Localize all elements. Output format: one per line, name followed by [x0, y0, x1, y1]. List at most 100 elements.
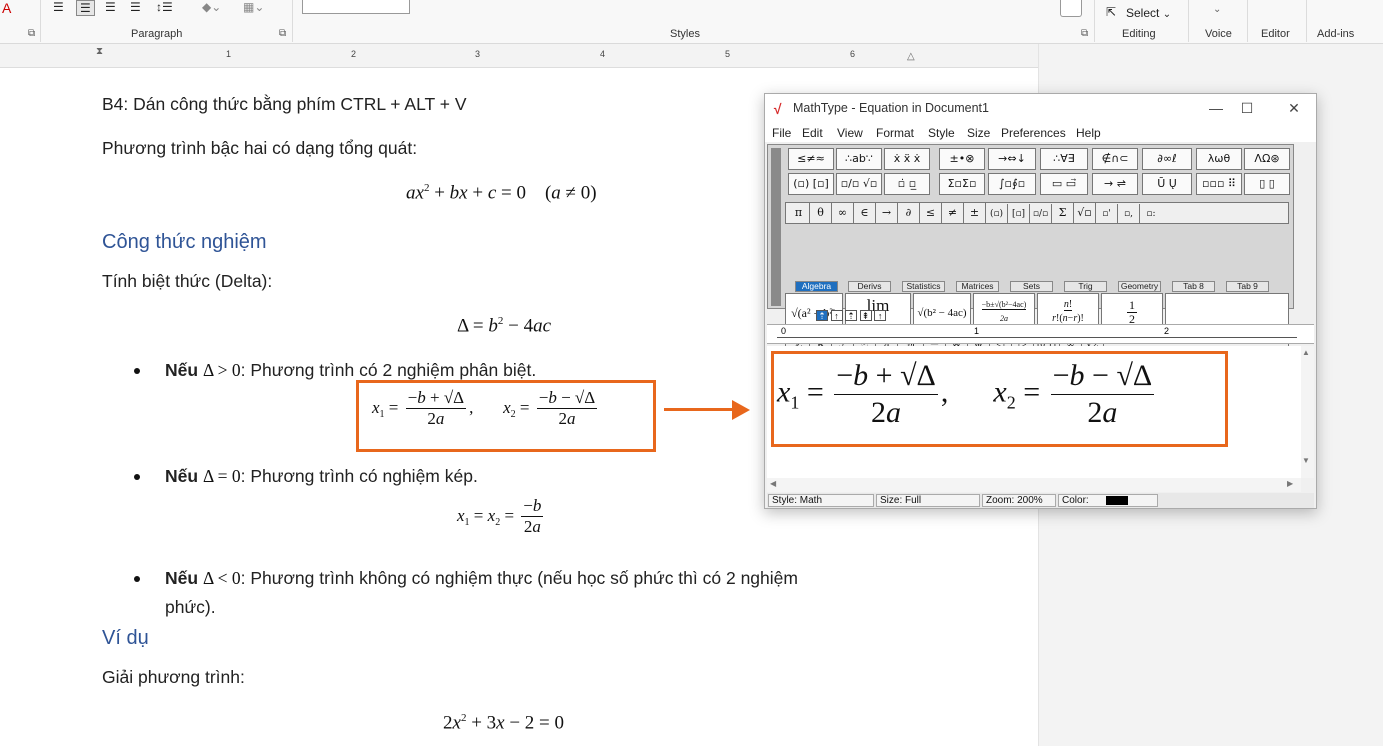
logic-palette-icon[interactable]: ∴∀∃	[1040, 148, 1088, 170]
element-of-icon[interactable]: ∈	[854, 203, 876, 223]
relations-palette-icon[interactable]: ≤≠≈	[788, 148, 834, 170]
close-icon[interactable]: ✕	[1279, 98, 1309, 118]
calculus-palette-icon[interactable]: ∂∞ℓ	[1142, 148, 1192, 170]
tab-trig[interactable]: Trig	[1064, 281, 1107, 292]
tab-algebra[interactable]: Algebra	[795, 281, 838, 292]
menu-view[interactable]: View	[837, 126, 863, 140]
mathtype-ruler[interactable]: 0 1 2	[767, 324, 1314, 344]
align-center-icon[interactable]: ☰	[76, 0, 95, 16]
superscript-template-icon[interactable]: ▫'	[1096, 204, 1118, 223]
fractions-palette-icon[interactable]: ▫/▫ √▫	[836, 173, 882, 195]
minimize-icon[interactable]: —	[1201, 98, 1231, 118]
scroll-down-icon[interactable]: ▼	[1302, 456, 1310, 465]
align-right-icon[interactable]: ☰	[105, 0, 116, 14]
align-up-icon[interactable]: ↑	[830, 310, 843, 321]
plus-minus-icon[interactable]: ±	[964, 203, 986, 223]
horizontal-ruler[interactable]: ⧗ 1 2 3 4 5 6 △	[0, 44, 1040, 68]
arrows-palette-icon[interactable]: →⇔↓	[988, 148, 1036, 170]
justify-icon[interactable]: ☰	[130, 0, 141, 14]
sets-palette-icon[interactable]: ∉∩⊂	[1092, 148, 1138, 170]
tab-statistics[interactable]: Statistics	[902, 281, 945, 292]
right-arrow-icon[interactable]: →	[876, 203, 898, 223]
font-color-icon[interactable]: A	[2, 0, 11, 16]
menu-file[interactable]: File	[772, 126, 791, 140]
indent-marker-icon[interactable]: ⧗	[96, 46, 103, 57]
toolbar-grip[interactable]	[771, 148, 781, 306]
align-left-icon[interactable]: ☰	[53, 0, 64, 14]
bullet-icon	[134, 368, 140, 374]
menu-preferences[interactable]: Preferences	[1001, 126, 1066, 140]
infinity-icon[interactable]: ∞	[832, 203, 854, 223]
spaces-palette-icon[interactable]: ∴ab∵	[836, 148, 882, 170]
sum-template-icon[interactable]: Σ	[1052, 203, 1074, 223]
subsup-template-icon[interactable]: ▫:	[1140, 204, 1162, 223]
paragraph-dialog-launcher-icon[interactable]: ⧉	[279, 28, 286, 39]
ruler-number: 1	[974, 326, 980, 336]
step4-text: B4: Dán công thức bằng phím CTRL + ALT +…	[102, 94, 467, 114]
embellishments-palette-icon[interactable]: ẋ ẍ ẋ	[884, 148, 930, 170]
sqrt-template-icon[interactable]: √▫	[1074, 203, 1096, 223]
scroll-left-icon[interactable]: ◀	[770, 479, 776, 488]
alignment-buttons: ⇡ ↑ ⇡ ⇞ ↑	[816, 310, 887, 322]
borders-icon[interactable]: ▦⌄	[243, 0, 264, 14]
theta-icon[interactable]: θ	[810, 203, 832, 223]
tab-sets[interactable]: Sets	[1010, 281, 1053, 292]
right-indent-marker-icon[interactable]: △	[907, 51, 915, 62]
scroll-right-icon[interactable]: ▶	[1287, 479, 1293, 488]
menu-size[interactable]: Size	[967, 126, 990, 140]
tab-9[interactable]: Tab 9	[1226, 281, 1269, 292]
styles-scroll-button[interactable]	[1060, 0, 1082, 17]
fences-palette-icon[interactable]: (▫) [▫]	[788, 173, 834, 195]
align-top-icon[interactable]: ⇡	[816, 310, 828, 321]
less-equal-icon[interactable]: ≤	[920, 203, 942, 223]
horizontal-scrollbar[interactable]: ◀ ▶	[767, 478, 1301, 492]
mathtype-title-bar[interactable]: √ MathType - Equation in Document1 — ☐ ✕	[765, 94, 1316, 122]
style-gallery-item[interactable]	[302, 0, 410, 14]
highlight-box	[356, 380, 656, 452]
operators-palette-icon[interactable]: ±•⊗	[939, 148, 985, 170]
labeled-arrows-palette-icon[interactable]: → ⇌	[1092, 173, 1138, 195]
maximize-icon[interactable]: ☐	[1232, 98, 1262, 118]
products-palette-icon[interactable]: Ū Ų	[1142, 173, 1192, 195]
mathtype-edit-area[interactable]: x1 = −b + √Δ 2a, x2 = −b − √Δ 2a	[767, 346, 1301, 478]
greek-upper-palette-icon[interactable]: ΛΩ⊛	[1244, 148, 1290, 170]
select-button[interactable]: Select ⌄	[1126, 6, 1171, 20]
subscript-template-icon[interactable]: ▫,	[1118, 204, 1140, 223]
vertical-scrollbar[interactable]: ▲ ▼	[1301, 346, 1314, 478]
parens-template-icon[interactable]: (▫)	[986, 204, 1008, 223]
font-dialog-launcher-icon[interactable]: ⧉	[28, 28, 35, 39]
delta-equation: Δ = b2 − 4ac	[457, 315, 552, 337]
sums-palette-icon[interactable]: Σ▫Σ▫	[939, 173, 985, 195]
matrices-palette-icon[interactable]: ▫▫▫ ⠿	[1196, 173, 1242, 195]
tab-derivs[interactable]: Derivs	[848, 281, 891, 292]
styles-dialog-launcher-icon[interactable]: ⧉	[1081, 28, 1088, 39]
tab-geometry[interactable]: Geometry	[1118, 281, 1161, 292]
not-equal-icon[interactable]: ≠	[942, 203, 964, 223]
integrals-palette-icon[interactable]: ∫▫∮▫	[988, 173, 1036, 195]
mathtype-window[interactable]: √ MathType - Equation in Document1 — ☐ ✕…	[764, 93, 1317, 509]
scroll-up-icon[interactable]: ▲	[1302, 348, 1310, 357]
align-bottom-icon[interactable]: ↑	[874, 310, 887, 321]
menu-help[interactable]: Help	[1076, 126, 1101, 140]
shading-icon[interactable]: ◆⌄	[202, 0, 221, 14]
menu-edit[interactable]: Edit	[802, 126, 823, 140]
menu-format[interactable]: Format	[876, 126, 914, 140]
ruler-number: 2	[351, 49, 357, 59]
ruler-number: 0	[781, 326, 787, 336]
line-spacing-icon[interactable]: ↕☰	[156, 0, 173, 14]
dictate-chevron-down-icon[interactable]: ⌄	[1213, 4, 1221, 15]
partial-icon[interactable]: ∂	[898, 203, 920, 223]
tab-8[interactable]: Tab 8	[1172, 281, 1215, 292]
brackets-template-icon[interactable]: [▫]	[1008, 204, 1030, 223]
tab-matrices[interactable]: Matrices	[956, 281, 999, 292]
align-center-icon[interactable]: ⇞	[859, 310, 872, 321]
align-mid-icon[interactable]: ⇡	[845, 310, 858, 321]
menu-style[interactable]: Style	[928, 126, 955, 140]
boxes-palette-icon[interactable]: ▯ ▯	[1244, 173, 1290, 195]
bullet-icon	[134, 576, 140, 582]
greek-lower-palette-icon[interactable]: λωθ	[1196, 148, 1242, 170]
fraction-template-icon[interactable]: ▫/▫	[1030, 204, 1052, 223]
pi-icon[interactable]: π	[788, 203, 810, 223]
scripts-palette-icon[interactable]: ▫̇ ▫̲	[884, 173, 930, 195]
bars-palette-icon[interactable]: ▭ ▭⃗	[1040, 173, 1088, 195]
